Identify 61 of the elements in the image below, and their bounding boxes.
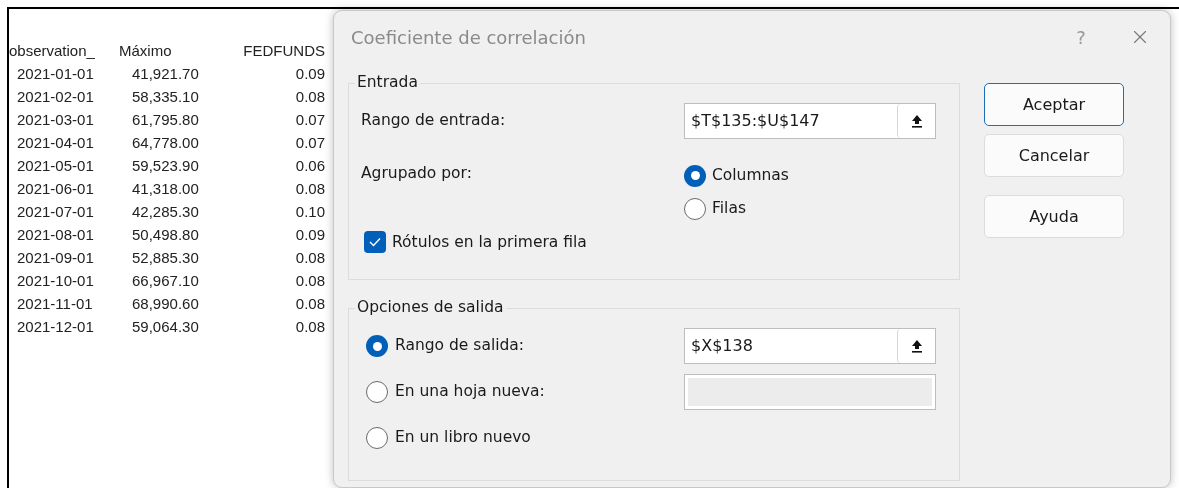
table-cell-text: 52,885.30 <box>131 248 200 268</box>
table-cell-text: 0.07 <box>294 110 326 130</box>
check-icon <box>369 237 381 248</box>
field-label: Agrupado por: <box>361 163 473 184</box>
table-cell-text: 0.09 <box>294 64 326 84</box>
dialog-button[interactable]: Aceptar <box>984 83 1124 126</box>
table-cell-text: 0.07 <box>294 133 326 153</box>
table-cell-text: 2021-03-01 <box>16 110 95 130</box>
table-cell-text: 0.08 <box>294 317 326 337</box>
table-cell-text: 0.06 <box>294 156 326 176</box>
dialog-button[interactable]: Ayuda <box>984 195 1124 238</box>
dialog-button[interactable]: Cancelar <box>984 134 1124 177</box>
table-cell-text: 2021-12-01 <box>16 317 95 337</box>
table-cell-text: 2021-04-01 <box>16 133 95 153</box>
table-cell-text: 41,921.70 <box>131 64 200 84</box>
table-cell-text: 50,498.80 <box>131 225 200 245</box>
window-title: Coeficiente de correlación <box>351 25 587 50</box>
table-cell-text: 0.08 <box>294 179 326 199</box>
checkbox[interactable] <box>364 231 386 254</box>
checkbox-label: Rótulos en la primera fila <box>392 231 587 253</box>
table-cell-text: 0.08 <box>294 248 326 268</box>
table-cell-text: 2021-10-01 <box>16 271 95 291</box>
range-field[interactable]: $T$135:$U$147 <box>684 103 936 139</box>
table-cell-text: 2021-09-01 <box>16 248 95 268</box>
table-cell-text: 2021-11-01 <box>16 294 94 314</box>
table-cell-text: 42,285.30 <box>131 202 200 222</box>
table-cell-text: 68,990.60 <box>131 294 200 314</box>
collapse-icon <box>910 339 923 353</box>
radio-label: Columnas <box>712 165 789 186</box>
table-cell-text: 2021-01-01 <box>16 64 95 84</box>
table-cell-text: 61,795.80 <box>131 110 200 130</box>
table-cell-text: 0.08 <box>294 294 326 314</box>
table-cell-text: 2021-08-01 <box>16 225 95 245</box>
table-cell-text: 64,778.00 <box>131 133 200 153</box>
column-header: observation_ <box>9 41 96 61</box>
table-cell-text: 66,967.10 <box>131 271 200 291</box>
radio-button[interactable] <box>366 335 388 357</box>
table-cell-text: 0.09 <box>294 225 326 245</box>
table-cell-text: 2021-05-01 <box>16 156 95 176</box>
radio-button[interactable] <box>366 427 388 449</box>
radio-label: En un libro nuevo <box>395 427 531 449</box>
radio-label: En una hoja nueva: <box>395 381 545 403</box>
range-field[interactable]: $X$138 <box>684 328 936 364</box>
radio-button[interactable] <box>684 197 706 220</box>
radio-label: Filas <box>712 198 746 220</box>
table-cell-text: 2021-06-01 <box>16 179 95 199</box>
table-cell-text: 59,523.90 <box>131 156 200 176</box>
table-cell-text: 0.08 <box>294 87 326 107</box>
table-cell-text: 41,318.00 <box>131 179 200 199</box>
field-label: Rango de entrada: <box>361 110 507 132</box>
collapse-icon <box>910 114 923 128</box>
radio-label: Rango de salida: <box>395 335 525 357</box>
column-header: Máximo <box>119 41 173 61</box>
table-cell-text: 58,335.10 <box>131 87 200 107</box>
table-cell-text: 0.08 <box>294 271 326 291</box>
table-cell-text: 2021-02-01 <box>16 87 95 107</box>
radio-button[interactable] <box>684 164 706 187</box>
table-cell-text: 0.10 <box>294 202 326 222</box>
table-cell-text: 2021-07-01 <box>16 202 95 222</box>
table-cell-text: 59,064.30 <box>131 317 200 337</box>
column-header: FEDFUNDS <box>242 41 326 61</box>
